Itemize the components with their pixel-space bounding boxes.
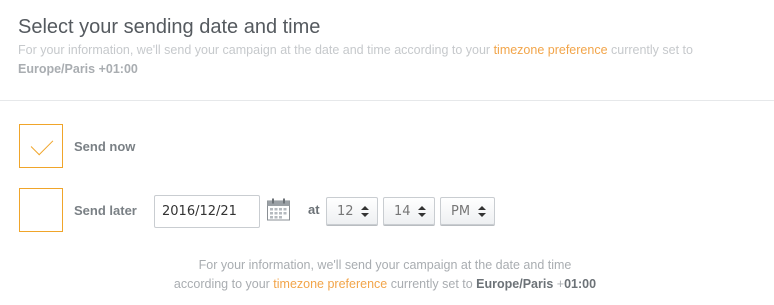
- footer-timezone-link[interactable]: timezone preference: [273, 277, 387, 291]
- timezone-info: For your information, we'll send your ca…: [18, 41, 758, 79]
- send-now-label[interactable]: Send now: [74, 139, 135, 154]
- footer-timezone-offset: 01:00: [564, 277, 597, 291]
- minute-select[interactable]: 14: [383, 197, 435, 225]
- footer-line2-middle: currently set to: [387, 277, 477, 291]
- at-label: at: [308, 202, 320, 217]
- send-later-option[interactable]: Send later: [19, 188, 137, 232]
- send-later-label[interactable]: Send later: [74, 203, 137, 218]
- send-later-checkbox[interactable]: [19, 188, 63, 232]
- timezone-info-text: For your information, we'll send your ca…: [18, 43, 494, 57]
- page-title: Select your sending date and time: [18, 16, 321, 38]
- send-now-checkbox[interactable]: [19, 124, 63, 168]
- updown-arrows-icon: [360, 205, 370, 217]
- footer-timezone-name: Europe/Paris: [476, 277, 554, 291]
- footer-line1: For your information, we'll send your ca…: [198, 258, 572, 272]
- ampm-value: PM: [451, 203, 471, 219]
- minute-value: 14: [394, 203, 411, 219]
- hour-value: 12: [337, 203, 354, 219]
- timezone-value: Europe/Paris +01:00: [18, 62, 138, 76]
- schedule-header: Select your sending date and time For yo…: [18, 14, 758, 79]
- footer-line2-prefix: according to your: [173, 277, 274, 291]
- footer-timezone-info: For your information, we'll send your ca…: [100, 256, 670, 294]
- timezone-info-suffix: currently set to: [607, 43, 693, 57]
- hour-select[interactable]: 12: [326, 197, 378, 225]
- date-input[interactable]: [154, 195, 260, 228]
- divider: [0, 100, 774, 101]
- send-now-option[interactable]: Send now: [19, 124, 135, 168]
- updown-arrows-icon: [417, 205, 427, 217]
- updown-arrows-icon: [477, 205, 487, 217]
- footer-timezone-sign: +: [553, 277, 565, 291]
- calendar-icon[interactable]: [266, 197, 291, 222]
- ampm-select[interactable]: PM: [440, 197, 495, 225]
- check-icon: [30, 132, 54, 156]
- timezone-preference-link[interactable]: timezone preference: [494, 43, 608, 57]
